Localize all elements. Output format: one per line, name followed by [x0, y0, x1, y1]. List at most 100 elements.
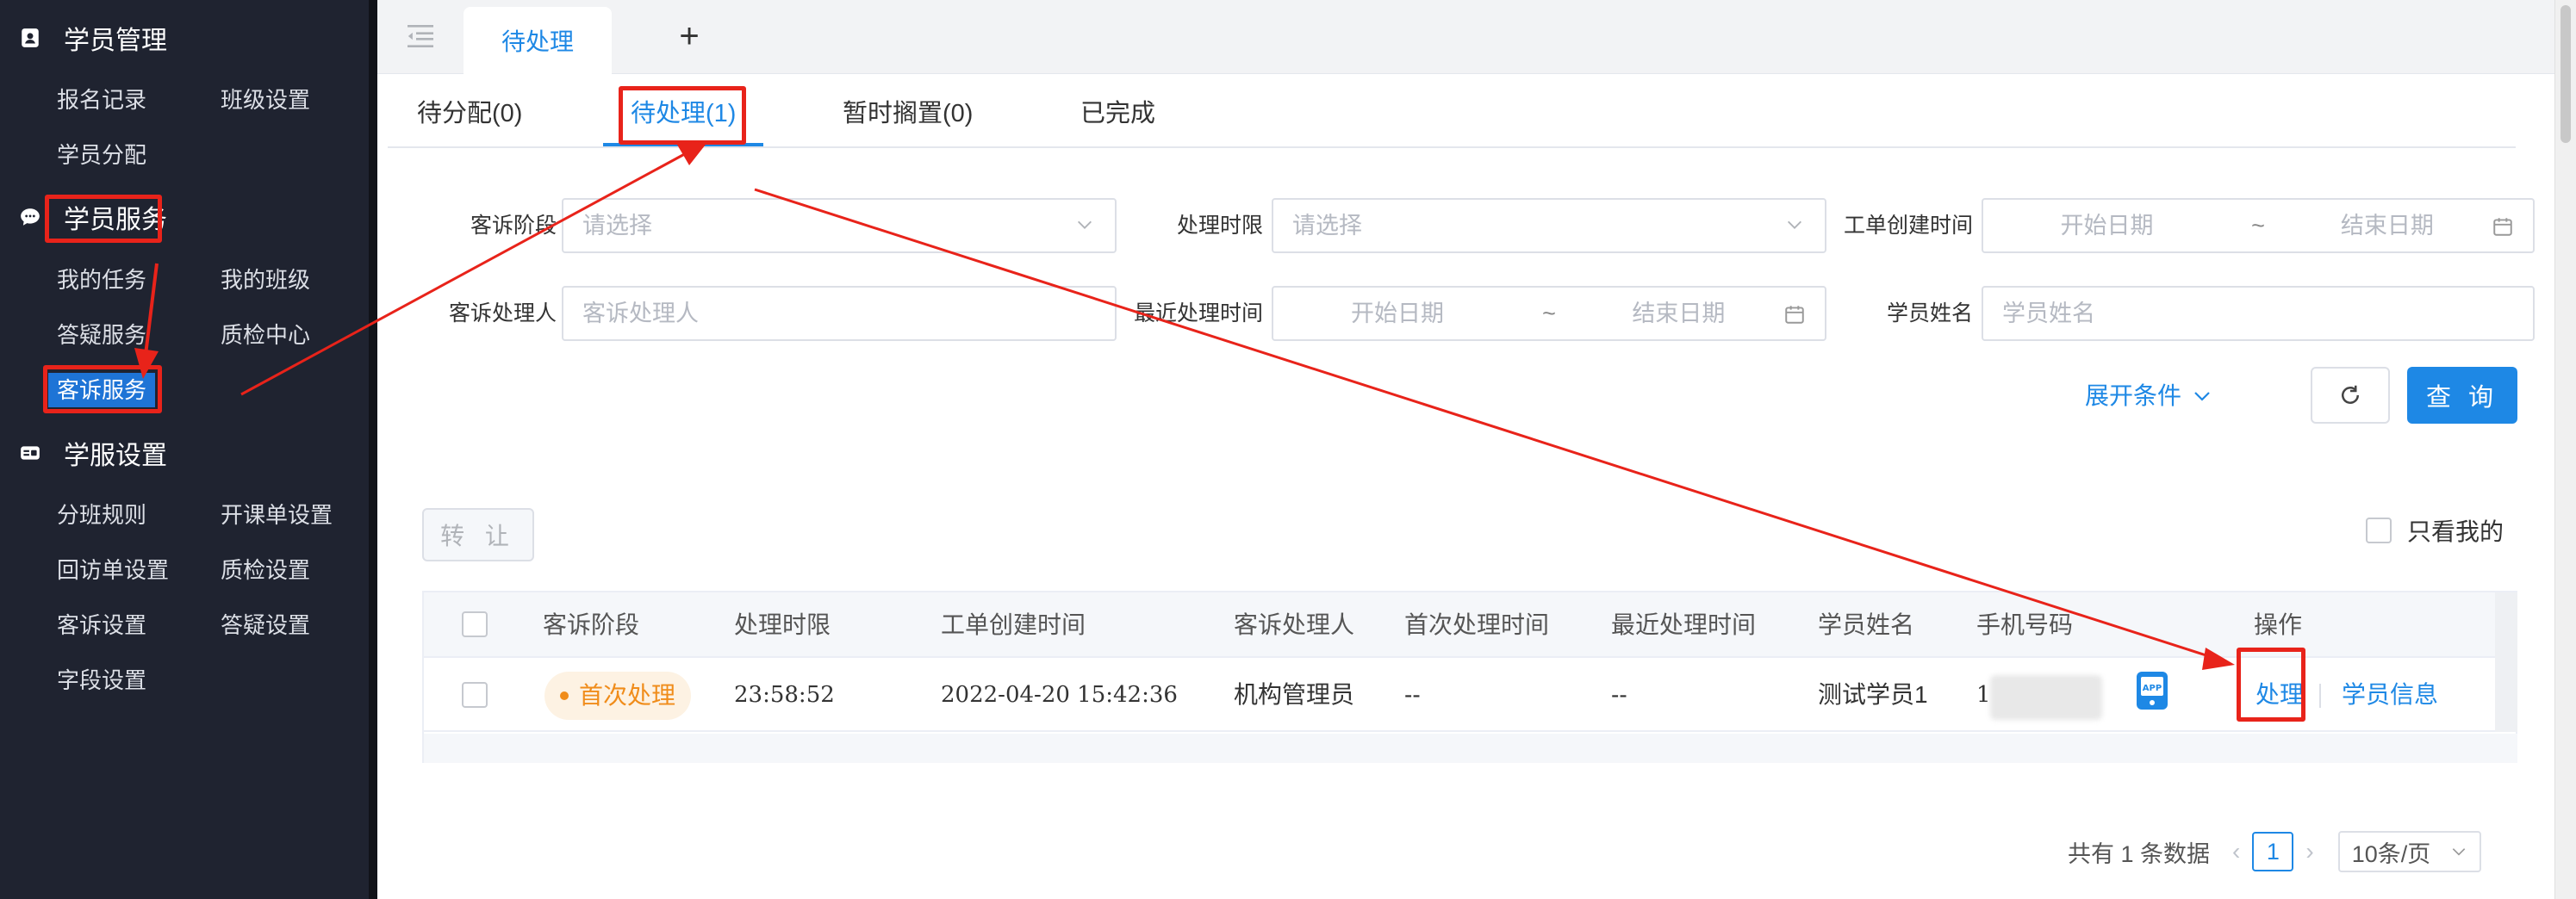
page-number-button[interactable]: 1: [2252, 832, 2294, 871]
total-count: 共有 1 条数据: [2068, 840, 2211, 867]
cell-handler: 机构管理员: [1234, 681, 1355, 708]
sidebar-divider: [369, 0, 377, 899]
app-icon-label: APP: [2143, 684, 2162, 693]
range-separator: ~: [1542, 301, 1556, 326]
column-header-actions: 操作: [2254, 611, 2303, 638]
only-mine-checkbox[interactable]: [2366, 518, 2392, 543]
range-separator: ~: [2251, 213, 2265, 239]
page-tab-bar: 待处理 +: [377, 0, 2554, 74]
stage-select[interactable]: 请选择: [562, 198, 1117, 253]
cell-phone-prefix: 1: [1976, 682, 1991, 708]
student-info-link[interactable]: 学员信息: [2342, 658, 2438, 732]
chevron-down-icon: [2452, 848, 2465, 856]
reset-button[interactable]: [2311, 367, 2390, 424]
collapse-menu-icon[interactable]: [403, 19, 438, 53]
column-header-recent-time: 最近处理时间: [1611, 611, 1757, 638]
sidebar-item-qc-center[interactable]: 质检中心: [221, 318, 310, 352]
range-end-placeholder: 结束日期: [1632, 301, 1726, 326]
sidebar-section-student-management[interactable]: 学员管理: [19, 17, 174, 59]
tab-shelved[interactable]: 暂时搁置(0): [843, 95, 973, 133]
cell-recent-time: --: [1611, 681, 1627, 708]
column-header-stage: 客诉阶段: [543, 611, 640, 638]
tab-pending-status[interactable]: 待处理(1): [631, 95, 736, 133]
tab-pending[interactable]: 待处理: [464, 7, 612, 74]
settings-card-icon: [19, 442, 41, 464]
page-scrollbar[interactable]: [2554, 0, 2576, 899]
scrollbar-thumb[interactable]: [2560, 5, 2571, 143]
row-checkbox[interactable]: [462, 682, 488, 708]
stage-filter-label: 客诉阶段: [470, 214, 557, 238]
column-header-student: 学员姓名: [1818, 611, 1915, 638]
add-tab-button[interactable]: +: [670, 17, 708, 55]
student-name-filter-label: 学员姓名: [1886, 301, 1973, 326]
handler-filter-label: 客诉处理人: [448, 301, 557, 326]
tab-done[interactable]: 已完成: [1080, 95, 1155, 133]
range-start-placeholder: 开始日期: [2060, 213, 2154, 239]
status-tabs: 待分配(0) 待处理(1) 暂时搁置(0) 已完成: [388, 83, 2516, 148]
student-name-input[interactable]: 学员姓名: [1982, 286, 2535, 341]
action-divider: [2319, 684, 2321, 708]
sidebar-section-label: 学员管理: [64, 27, 167, 55]
calendar-icon: [2493, 218, 2512, 236]
chevron-down-icon: [1788, 220, 1801, 229]
deadline-filter-label: 处理时限: [1176, 214, 1263, 238]
page-size-select[interactable]: 10条/页: [2337, 831, 2481, 872]
chat-bubble-icon: [19, 206, 41, 228]
sidebar-section-student-service[interactable]: 学员服务: [19, 196, 174, 238]
column-header-created: 工单创建时间: [941, 611, 1086, 638]
table-vertical-scrollbar[interactable]: [2495, 592, 2517, 732]
pagination: 共有 1 条数据 ‹ 1 › 10条/页: [2068, 830, 2481, 873]
cell-first-time: --: [1404, 681, 1421, 708]
range-start-placeholder: 开始日期: [1351, 301, 1444, 326]
sidebar-item-field-settings[interactable]: 字段设置: [57, 663, 146, 698]
chevron-down-icon: [1078, 220, 1092, 229]
only-mine-label: 只看我的: [2407, 518, 2504, 545]
sidebar-item-qa-settings[interactable]: 答疑设置: [221, 608, 310, 642]
refresh-icon: [2342, 385, 2359, 404]
stage-tag-label: 首次处理: [579, 682, 676, 709]
expand-conditions-link[interactable]: 展开条件: [2085, 377, 2212, 415]
transfer-button[interactable]: 转 让: [422, 508, 534, 561]
sidebar-item-class-settings[interactable]: 班级设置: [221, 83, 310, 117]
query-button[interactable]: 查 询: [2407, 367, 2517, 424]
cell-deadline: 23:58:52: [734, 682, 835, 708]
phone-blur-mask: [1990, 675, 2102, 720]
tab-unassigned[interactable]: 待分配(0): [417, 95, 522, 133]
recent-time-range[interactable]: 开始日期 ~ 结束日期: [1272, 286, 1826, 341]
sidebar-item-class-rules[interactable]: 分班规则: [57, 498, 146, 532]
column-header-deadline: 处理时限: [734, 611, 831, 638]
stage-select-placeholder: 请选择: [582, 213, 652, 239]
complaint-table: 客诉阶段 处理时限 工单创建时间 客诉处理人 首次处理时间 最近处理时间 学员姓…: [422, 591, 2517, 763]
select-all-checkbox[interactable]: [462, 611, 488, 637]
sidebar-item-enroll-records[interactable]: 报名记录: [57, 83, 146, 117]
chevron-down-icon: [2194, 392, 2210, 401]
sidebar-item-complaint-settings[interactable]: 客诉设置: [57, 608, 146, 642]
column-header-phone: 手机号码: [1976, 611, 2074, 638]
sidebar-section-label: 学员服务: [64, 206, 167, 234]
created-time-filter-label: 工单创建时间: [1843, 214, 1973, 238]
sidebar-item-my-classes[interactable]: 我的班级: [221, 263, 310, 297]
table-horizontal-scrollbar[interactable]: [424, 734, 2517, 763]
recent-time-filter-label: 最近处理时间: [1133, 301, 1263, 326]
sidebar-section-service-settings[interactable]: 学服设置: [19, 432, 174, 474]
cell-created: 2022-04-20 15:42:36: [941, 682, 1178, 708]
next-page-icon[interactable]: ›: [2305, 838, 2313, 865]
sidebar-item-qa-service[interactable]: 答疑服务: [57, 318, 146, 352]
deadline-select[interactable]: 请选择: [1272, 198, 1826, 253]
only-mine-toggle[interactable]: 只看我的: [2366, 510, 2504, 551]
sidebar-item-my-tasks[interactable]: 我的任务: [57, 263, 146, 297]
mobile-app-icon[interactable]: APP: [2133, 670, 2171, 713]
calendar-icon: [1785, 306, 1804, 324]
sidebar-item-student-assign[interactable]: 学员分配: [57, 138, 146, 172]
created-time-range[interactable]: 开始日期 ~ 结束日期: [1982, 198, 2535, 253]
column-header-handler: 客诉处理人: [1234, 611, 1355, 638]
page-size-value: 10条/页: [2351, 840, 2431, 867]
handler-input[interactable]: 客诉处理人: [562, 286, 1117, 341]
prev-page-icon[interactable]: ‹: [2232, 838, 2240, 865]
sidebar-item-course-form-settings[interactable]: 开课单设置: [221, 498, 333, 532]
sidebar-item-complaint-service[interactable]: 客诉服务: [48, 373, 156, 407]
sidebar-item-visit-form-settings[interactable]: 回访单设置: [57, 553, 169, 587]
sidebar-item-qc-settings[interactable]: 质检设置: [221, 553, 310, 587]
table-row: 首次处理 23:58:52 2022-04-20 15:42:36 机构管理员 …: [424, 658, 2517, 732]
handle-link[interactable]: 处理: [2256, 658, 2304, 732]
